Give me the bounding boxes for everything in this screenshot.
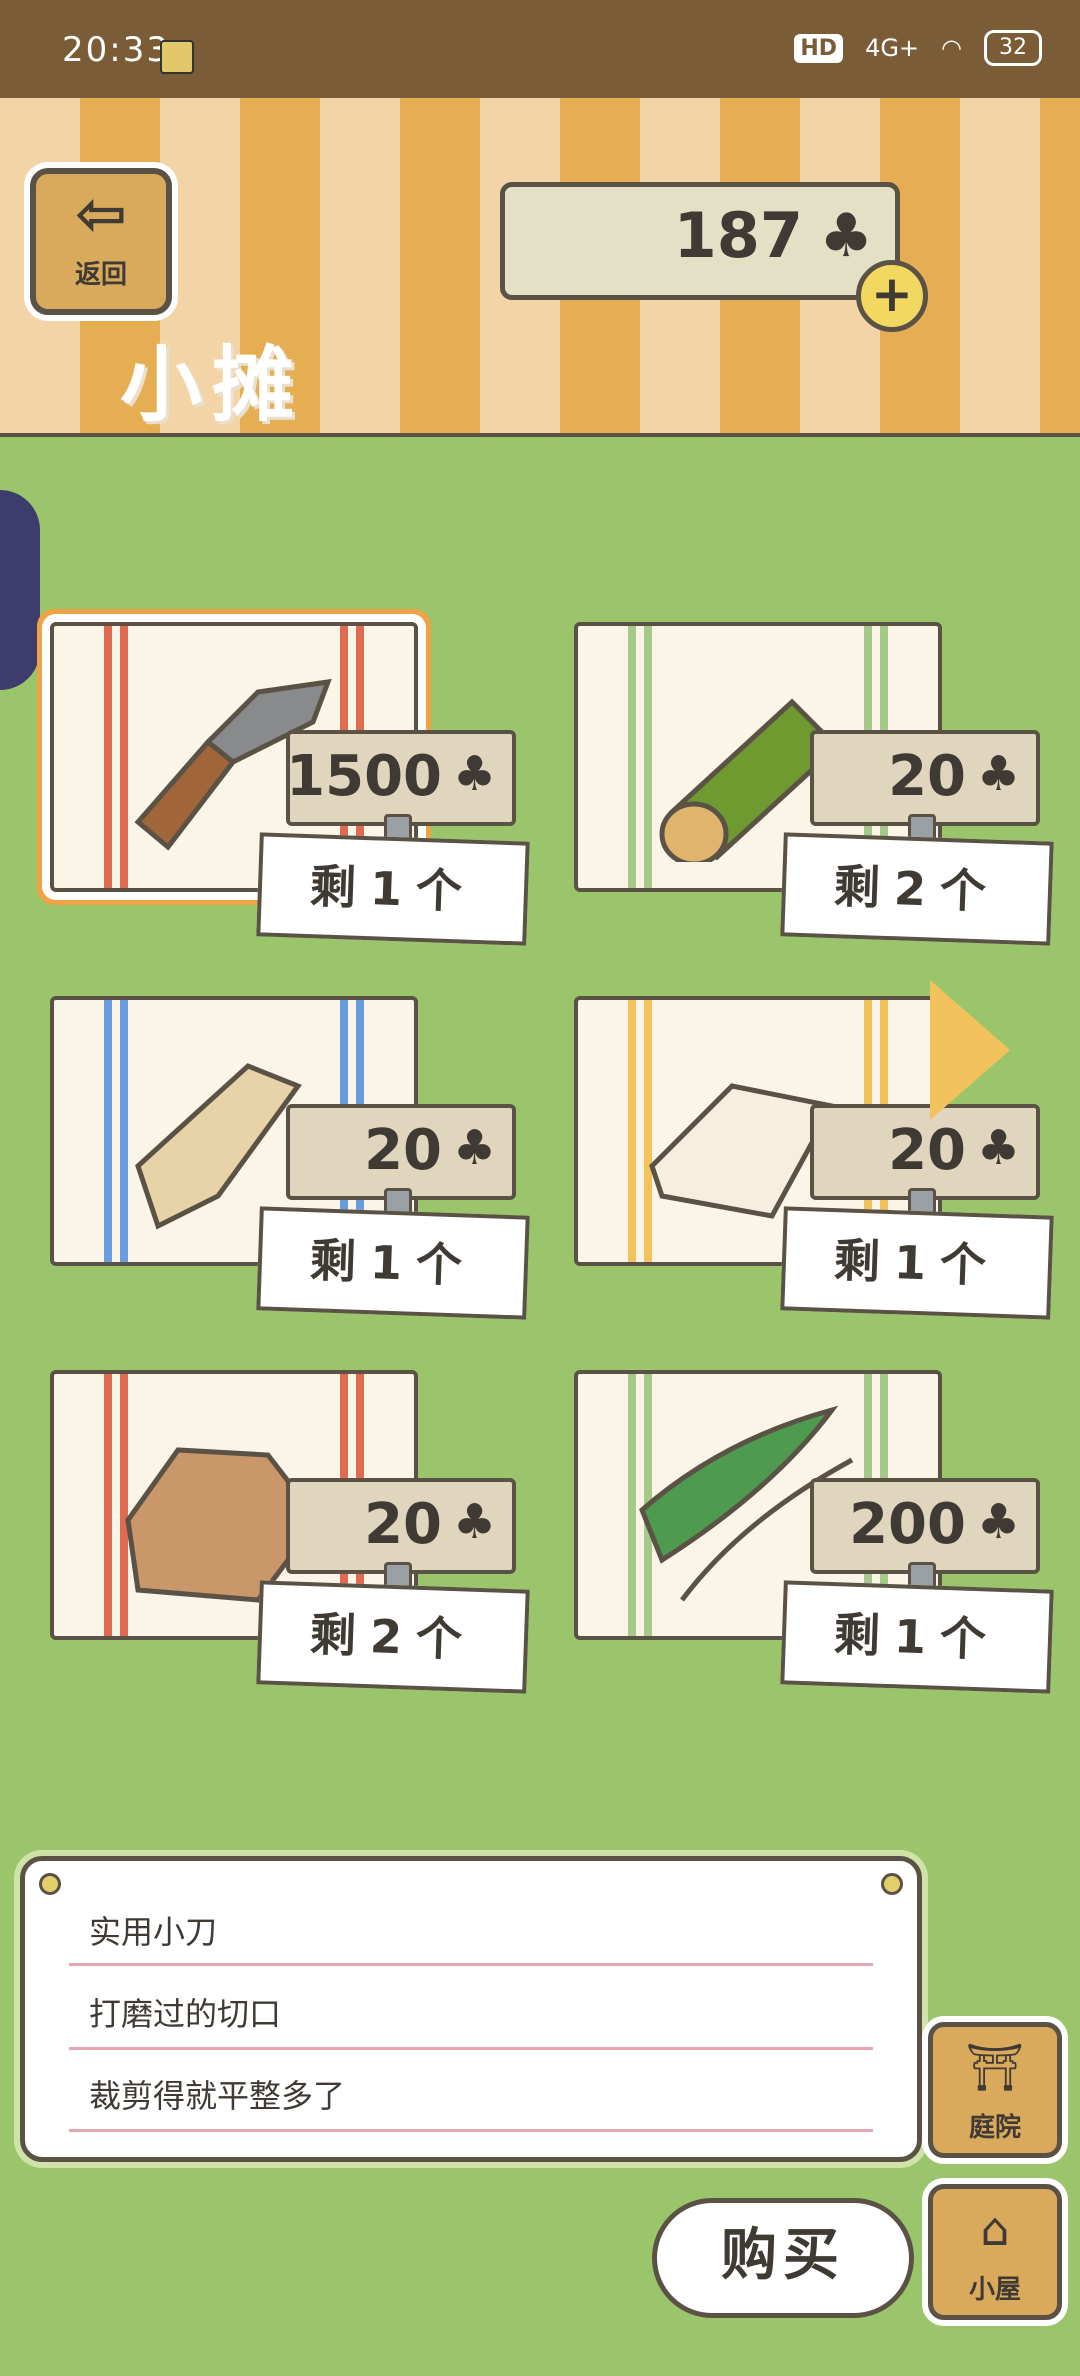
battery-icon: 32	[984, 30, 1042, 66]
clover-icon: ♣	[976, 746, 1020, 802]
status-indicators: HD 4G+ ◠ 32	[794, 30, 1042, 66]
stock-label: 剩1个	[780, 1580, 1054, 1694]
price-tag: 20 ♣	[810, 1104, 1040, 1216]
description-line-2: 打磨过的切口	[89, 1995, 282, 2033]
status-bar: 20:33 HD 4G+ ◠ 32	[0, 0, 1080, 98]
item-price: 20	[364, 1118, 442, 1183]
price-tag: 20 ♣	[810, 730, 1040, 842]
stock-label: 剩1个	[780, 1206, 1054, 1320]
stock-label: 剩2个	[256, 1580, 530, 1694]
shop-item-leaf[interactable]: 200 ♣ 剩1个	[552, 1370, 1054, 1700]
shop-item-knife[interactable]: 1500 ♣ 剩1个	[28, 622, 530, 952]
yard-icon: ⛩	[965, 2040, 1025, 2094]
item-description-box: 实用小刀 打磨过的切口 裁剪得就平整多了	[20, 1856, 922, 2162]
clover-icon: ♣	[819, 201, 873, 271]
item-price: 20	[888, 1118, 966, 1183]
page-title: 小摊	[120, 338, 305, 433]
description-rule	[69, 2047, 873, 2050]
item-price: 200	[849, 1492, 966, 1557]
clover-icon: ♣	[452, 746, 496, 802]
description-line-1: 实用小刀	[89, 1913, 218, 1951]
item-price: 20	[888, 744, 966, 809]
yard-button[interactable]: ⛩ 庭院	[928, 2022, 1062, 2158]
network-icon: 4G+	[865, 34, 920, 62]
clover-icon: ♣	[976, 1120, 1020, 1176]
item-price: 20	[364, 1492, 442, 1557]
clover-icon: ♣	[976, 1494, 1020, 1550]
shop-item-bark[interactable]: 20 ♣ 剩1个	[28, 996, 530, 1326]
pin-icon	[39, 1873, 61, 1895]
price-tag: 20 ♣	[286, 1104, 516, 1216]
shop-item-paperbag[interactable]: 20 ♣ 剩2个	[28, 1370, 530, 1700]
description-rule	[69, 2129, 873, 2132]
yard-label: 庭院	[968, 2113, 1021, 2143]
buy-button[interactable]: 购买	[652, 2198, 914, 2318]
clover-icon: ♣	[452, 1494, 496, 1550]
stock-label: 剩2个	[780, 832, 1054, 946]
description-line-3: 裁剪得就平整多了	[89, 2077, 346, 2115]
wifi-icon: ◠	[941, 34, 962, 62]
stock-label: 剩1个	[256, 1206, 530, 1320]
app-notification-icon	[160, 40, 194, 74]
item-price: 1500	[286, 744, 442, 809]
currency-amount: 187	[673, 199, 803, 272]
back-arrow-icon: ⇦	[75, 177, 127, 250]
house-label: 小屋	[968, 2275, 1021, 2305]
house-icon: ⌂	[980, 2202, 1010, 2256]
hd-icon: HD	[794, 33, 844, 63]
shop-item-bamboo[interactable]: 20 ♣ 剩2个	[552, 622, 1054, 952]
shop-item-cloth[interactable]: 20 ♣ 剩1个	[552, 996, 1054, 1326]
price-tag: 200 ♣	[810, 1478, 1040, 1590]
add-currency-button[interactable]: +	[856, 260, 928, 332]
status-time: 20:33	[62, 30, 170, 70]
price-tag: 1500 ♣	[286, 730, 516, 842]
currency-display: 187 ♣	[500, 182, 900, 300]
description-rule	[69, 1963, 873, 1966]
stock-label: 剩1个	[256, 832, 530, 946]
price-tag: 20 ♣	[286, 1478, 516, 1590]
clover-icon: ♣	[452, 1120, 496, 1176]
back-label: 返回	[74, 260, 127, 290]
back-button[interactable]: ⇦ 返回	[30, 168, 172, 315]
pin-icon	[881, 1873, 903, 1895]
shop-header: ⇦ 返回 小摊 187 ♣	[0, 98, 1080, 437]
house-button[interactable]: ⌂ 小屋	[928, 2184, 1062, 2320]
